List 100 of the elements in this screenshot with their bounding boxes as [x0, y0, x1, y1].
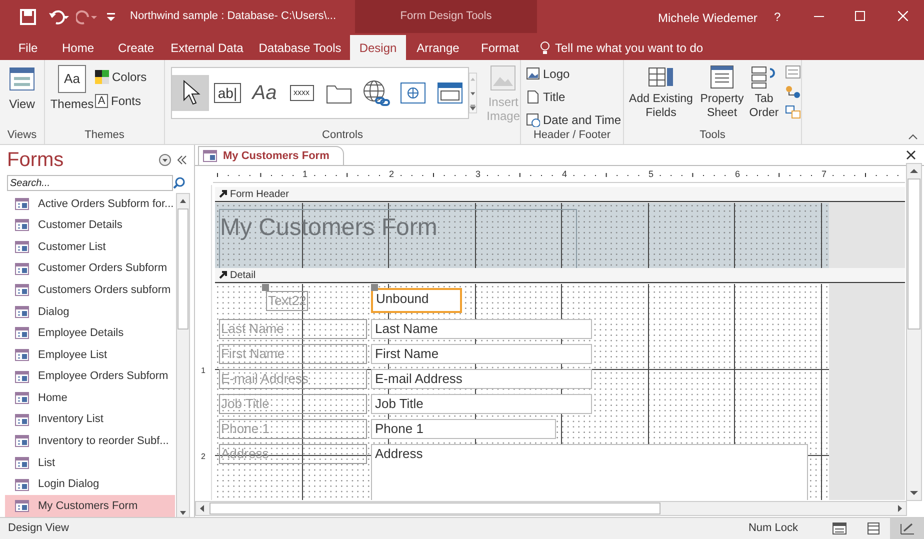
web-browser-icon	[400, 82, 426, 104]
tab-order-icon	[751, 65, 777, 89]
nav-item[interactable]: Customer Orders Subform	[5, 258, 175, 280]
ribbon-tab[interactable]: Database Tools	[250, 35, 350, 60]
nav-item[interactable]: My Customers Form	[5, 495, 175, 517]
nav-item[interactable]: Inventory List	[5, 408, 175, 431]
convert-icon[interactable]	[785, 105, 801, 119]
nav-item[interactable]: Login Dialog	[5, 474, 175, 496]
nav-item[interactable]: List	[5, 452, 175, 474]
dropdown-icon[interactable]	[159, 154, 171, 166]
user-name: Michele Wiedemer	[658, 10, 758, 27]
pane-title: Forms	[7, 148, 65, 173]
form-icon	[15, 327, 29, 340]
section-arrow-icon	[219, 271, 227, 279]
save-icon[interactable]	[20, 8, 36, 24]
ribbon-tab[interactable]: Arrange	[406, 35, 470, 60]
page-icon	[526, 90, 540, 104]
navigation-control-icon	[436, 82, 462, 104]
control-tool[interactable]	[172, 75, 209, 111]
move-handle[interactable]	[262, 284, 269, 291]
nav-item[interactable]: Employee Orders Subform	[5, 366, 175, 388]
text-box[interactable]: Last Name	[371, 319, 592, 339]
nav-item[interactable]: Dialog	[5, 300, 175, 323]
customize-icon[interactable]	[106, 10, 116, 22]
ribbon-tab[interactable]: Create	[108, 35, 164, 60]
text-box[interactable]: E-mail Address	[371, 369, 592, 389]
group-label: Header / Footer	[532, 128, 612, 143]
scrollbar[interactable]	[906, 163, 922, 501]
control-tool[interactable]: Aa	[246, 75, 283, 111]
text-box[interactable]: Phone 1	[371, 419, 556, 439]
property-sheet-icon	[709, 65, 735, 89]
nav-item[interactable]: Customer List	[5, 236, 175, 258]
help-button[interactable]: ?	[774, 8, 781, 26]
ribbon-tab[interactable]: Home	[48, 35, 108, 60]
header-footer-button[interactable]: Date and Time	[526, 111, 622, 127]
search-field[interactable]: Search...	[7, 175, 173, 191]
tools-button[interactable]: Add Existing Fields	[625, 65, 697, 120]
nav-item[interactable]: Employee List	[5, 344, 175, 366]
form-icon	[15, 392, 29, 404]
ribbon-tab[interactable]: External Data	[164, 35, 250, 60]
close-icon[interactable]	[906, 150, 916, 160]
tell-me-field[interactable]: Tell me what you want to do	[555, 38, 704, 56]
search-icon[interactable]	[173, 177, 185, 189]
tools-button[interactable]: Tab Order	[747, 65, 781, 120]
group-label: Tools	[698, 128, 726, 143]
redo-icon[interactable]	[76, 8, 98, 24]
themes-button[interactable]: Aa Themes	[52, 65, 92, 113]
ribbon-tab[interactable]: Design	[350, 35, 406, 60]
collapse-ribbon-icon[interactable]	[908, 134, 918, 140]
group-label: Views	[6, 128, 38, 143]
form-icon	[15, 284, 29, 296]
fonts-button[interactable]: A Fonts	[95, 92, 147, 110]
control-tool[interactable]: xxxx	[283, 75, 320, 111]
layout-view-icon	[866, 522, 880, 535]
nav-item[interactable]: Employee Details	[5, 322, 175, 344]
form-icon	[15, 414, 29, 426]
document-tab[interactable]: My Customers Form	[198, 146, 344, 165]
group-label: Controls	[321, 128, 364, 143]
label-icon: Aa	[252, 78, 277, 108]
button-icon: xxxx	[290, 85, 314, 101]
tools-button[interactable]: Property Sheet	[698, 65, 746, 120]
nav-item[interactable]: Customer Details	[5, 214, 175, 236]
form-icon	[15, 306, 29, 318]
form-icon	[15, 435, 29, 448]
move-handle[interactable]	[371, 284, 378, 291]
view-switch-button[interactable]	[890, 518, 924, 539]
control-tool[interactable]: ab|	[209, 75, 246, 111]
ruler-number: 2	[201, 451, 206, 463]
header-footer-button[interactable]: Title	[526, 88, 622, 106]
color-swatch-icon	[95, 70, 109, 84]
ribbon-tab[interactable]: File	[8, 35, 48, 60]
nav-item[interactable]: Inventory to reorder Subf...	[5, 430, 175, 452]
subform-icon[interactable]	[785, 65, 801, 79]
form-icon	[15, 219, 29, 232]
nav-item[interactable]: Home	[5, 387, 175, 409]
status-indicator: Num Lock	[748, 521, 798, 536]
view-button[interactable]: View	[2, 65, 42, 113]
nav-item[interactable]: Active Orders Subform for...	[5, 193, 175, 215]
relationship-icon[interactable]	[785, 85, 801, 99]
picture-icon	[490, 65, 516, 91]
colors-button[interactable]: Colors	[95, 68, 147, 86]
maximize-icon[interactable]	[855, 11, 865, 21]
form-icon	[15, 478, 29, 491]
text-box[interactable]: Unbound	[371, 288, 462, 313]
theme-preview-icon: Aa	[58, 65, 86, 93]
window-title: Northwind sample : Database- C:\Users\...	[130, 9, 336, 24]
collapse-pane-icon[interactable]	[177, 155, 187, 165]
calendar-clock-icon	[526, 113, 540, 127]
text-box[interactable]: Job Title	[371, 394, 592, 414]
undo-icon[interactable]	[48, 8, 70, 24]
image-icon	[526, 67, 540, 81]
ribbon-tab[interactable]: Format	[470, 35, 530, 60]
nav-item[interactable]: Customers Orders subform	[5, 279, 175, 301]
scrollbar[interactable]	[195, 501, 907, 516]
text-box[interactable]: Address	[371, 444, 808, 500]
text-box[interactable]: First Name	[371, 344, 592, 364]
header-footer-button[interactable]: Logo	[526, 65, 622, 83]
form-icon	[15, 240, 29, 253]
form-view-icon	[9, 67, 35, 91]
design-view-icon	[900, 522, 914, 535]
